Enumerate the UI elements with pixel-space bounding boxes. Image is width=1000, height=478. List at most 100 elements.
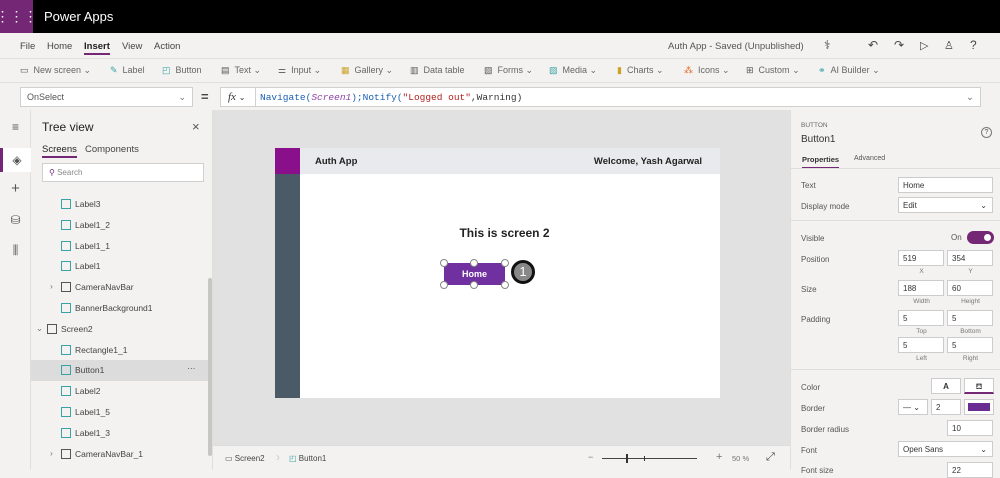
tree-item-rectangle1-1[interactable]: Rectangle1_1	[31, 340, 209, 361]
position-y-input[interactable]: 354	[947, 250, 993, 266]
border-radius-input[interactable]: 10	[947, 420, 993, 436]
tab-components[interactable]: Components	[85, 144, 139, 155]
resize-handle[interactable]	[501, 259, 509, 267]
visible-label: Visible	[801, 234, 825, 243]
tree-item-label: Button1	[75, 365, 105, 376]
shape-icon	[61, 344, 71, 355]
tree-item-bannerbackground1[interactable]: BannerBackground1	[31, 298, 209, 319]
resize-handle[interactable]	[501, 281, 509, 289]
tab-screens[interactable]: Screens	[42, 144, 77, 158]
formula-input[interactable]: Navigate(Screen1);Notify("Logged out",Wa…	[255, 87, 981, 107]
resize-handle[interactable]	[470, 281, 478, 289]
border-color-button[interactable]	[964, 399, 994, 415]
tree-item-label1-1[interactable]: Label1_1	[31, 236, 209, 257]
menu-file[interactable]: File	[20, 41, 35, 52]
padding-top-input[interactable]: 5	[898, 310, 944, 326]
chevron-down-icon[interactable]: ⌄	[36, 323, 43, 334]
icons-button[interactable]: ⁂ Icons ⌄	[684, 65, 730, 76]
menu-home[interactable]: Home	[47, 41, 72, 52]
help-icon[interactable]: ?	[981, 127, 992, 138]
tree-item-button1[interactable]: Button1 ···	[31, 360, 209, 382]
zoom-slider-thumb[interactable]	[626, 454, 628, 463]
tree-scrollbar[interactable]	[208, 278, 212, 456]
forms-button[interactable]: ▧ Forms ⌄	[484, 65, 533, 76]
height-caption: Height	[961, 298, 980, 305]
tree-item-label2[interactable]: Label2	[31, 381, 209, 402]
text-button[interactable]: ▤ Text ⌄	[221, 65, 261, 76]
zoom-slider[interactable]	[602, 458, 697, 459]
label-button[interactable]: ✎ Label	[110, 65, 145, 76]
hamburger-icon[interactable]: ≡	[0, 120, 31, 134]
tree-item-label1-5[interactable]: Label1_5	[31, 402, 209, 423]
custom-label: Custom	[758, 65, 790, 75]
padding-left-input[interactable]: 5	[898, 337, 944, 353]
expand-formula-icon[interactable]: ⌄	[966, 92, 974, 103]
resize-handle[interactable]	[440, 281, 448, 289]
breadcrumb-screen[interactable]: ▭ Screen2	[225, 454, 265, 463]
formula-string: "Logged out"	[402, 92, 471, 103]
ai-builder-button[interactable]: ⚭ AI Builder ⌄	[818, 65, 880, 76]
search-input[interactable]: ⚲ Search	[42, 163, 204, 182]
waffle-icon[interactable]: ⋮⋮⋮	[0, 0, 38, 33]
visible-toggle[interactable]	[967, 231, 994, 244]
chevron-right-icon[interactable]: ›	[50, 448, 53, 458]
gallery-button[interactable]: ▦ Gallery ⌄	[341, 65, 393, 76]
tab-properties[interactable]: Properties	[802, 155, 840, 169]
insert-plus-icon[interactable]: +	[0, 180, 31, 197]
property-select[interactable]: OnSelect ⌄	[20, 87, 193, 107]
display-mode-select[interactable]: Edit ⌄	[898, 197, 993, 213]
tree-item-cameranavbar[interactable]: › CameraNavBar	[31, 277, 209, 298]
zoom-in-button[interactable]: +	[716, 451, 722, 463]
tree-item-label1-2[interactable]: Label1_2	[31, 215, 209, 236]
help-icon[interactable]: ?	[970, 38, 977, 52]
font-select[interactable]: Open Sans ⌄	[898, 441, 993, 457]
text-color-button[interactable]: A	[931, 378, 961, 394]
fx-button[interactable]: fx ⌄	[220, 87, 256, 107]
advanced-tools-icon[interactable]: ⫼	[0, 243, 31, 258]
padding-right-input[interactable]: 5	[947, 337, 993, 353]
fill-color-icon[interactable]: ⛾	[964, 378, 994, 394]
close-icon[interactable]: ×	[192, 119, 200, 134]
new-screen-button[interactable]: ▭ New screen ⌄	[20, 65, 91, 76]
width-input[interactable]: 188	[898, 280, 944, 296]
app-checker-icon[interactable]: ⚕	[824, 38, 831, 52]
menu-view[interactable]: View	[122, 41, 142, 52]
resize-handle[interactable]	[440, 259, 448, 267]
tree-item-label1[interactable]: Label1	[31, 256, 209, 277]
tree-item-label3[interactable]: Label3	[31, 194, 209, 215]
data-table-button[interactable]: ▥ Data table	[410, 65, 465, 76]
undo-icon[interactable]: ↶	[868, 38, 878, 52]
button-button[interactable]: ◰ Button	[162, 65, 202, 76]
text-input[interactable]: Home	[898, 177, 993, 193]
input-button[interactable]: ⚌ Input ⌄	[278, 65, 321, 76]
tree-item-screen2[interactable]: ⌄ Screen2	[31, 319, 209, 340]
play-icon[interactable]: ▷	[920, 39, 928, 52]
charts-button[interactable]: ▮ Charts ⌄	[617, 65, 664, 76]
media-button[interactable]: ▨ Media ⌄	[549, 65, 597, 76]
menu-action[interactable]: Action	[154, 41, 180, 52]
custom-button[interactable]: ⊞ Custom ⌄	[746, 65, 800, 76]
data-icon[interactable]: ⛁	[0, 213, 31, 227]
position-x-input[interactable]: 519	[898, 250, 944, 266]
tree-item-label1-3[interactable]: Label1_3	[31, 423, 209, 444]
tree-item-cameranavbar-1[interactable]: › CameraNavBar_1	[31, 444, 209, 465]
height-input[interactable]: 60	[947, 280, 993, 296]
tab-advanced[interactable]: Advanced	[854, 155, 885, 162]
app-screen: Auth App Welcome, Yash Agarwal This is s…	[275, 148, 720, 398]
border-width-input[interactable]: 2	[931, 399, 961, 415]
top-caption: Top	[916, 328, 927, 335]
breadcrumb-control[interactable]: ◰ Button1	[289, 454, 326, 463]
more-options-icon[interactable]: ···	[187, 363, 196, 373]
fit-to-window-icon[interactable]: ⤢	[766, 451, 775, 464]
font-size-input[interactable]: 22	[947, 462, 993, 478]
breadcrumb-screen-label: Screen2	[234, 454, 265, 463]
tree-view-icon[interactable]: ◈	[0, 148, 31, 172]
zoom-out-button[interactable]: −	[588, 452, 593, 462]
share-user-icon[interactable]: ♙	[944, 39, 954, 52]
redo-icon[interactable]: ↷	[894, 38, 904, 52]
padding-bottom-input[interactable]: 5	[947, 310, 993, 326]
resize-handle[interactable]	[470, 259, 478, 267]
chevron-right-icon[interactable]: ›	[50, 281, 53, 291]
menu-insert[interactable]: Insert	[84, 41, 110, 55]
border-style-select[interactable]: — ⌄	[898, 399, 928, 415]
